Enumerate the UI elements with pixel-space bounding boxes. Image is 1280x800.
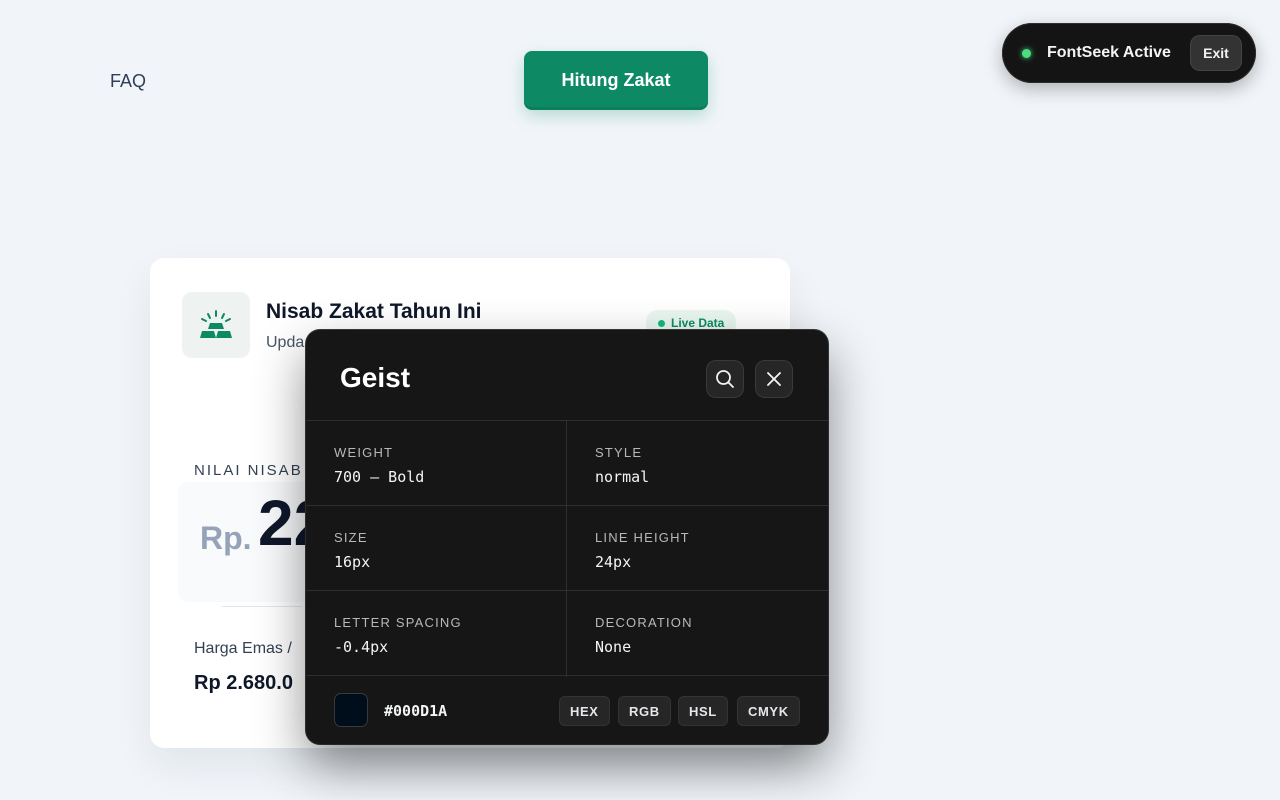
property-label: WEIGHT <box>334 445 394 460</box>
property-label: LETTER SPACING <box>334 615 462 630</box>
format-rgb-button[interactable]: RGB <box>618 696 671 726</box>
card-updated-text: Upda <box>266 334 305 351</box>
divider <box>222 606 302 607</box>
active-status-dot <box>1022 48 1031 58</box>
format-cmyk-button[interactable]: CMYK <box>737 696 800 726</box>
property-label: DECORATION <box>595 615 693 630</box>
live-dot-icon <box>658 319 665 327</box>
font-name: Geist <box>340 362 411 393</box>
nisab-value-label: NILAI NISAB <box>194 462 303 479</box>
hitung-zakat-button[interactable]: Hitung Zakat <box>524 51 708 110</box>
search-icon <box>716 370 734 388</box>
property-letter-spacing: LETTER SPACING -0.4px <box>306 591 567 677</box>
property-weight: WEIGHT 700 — Bold <box>306 421 567 506</box>
property-label: LINE HEIGHT <box>595 530 690 545</box>
color-hex-value[interactable]: #000D1A <box>384 702 447 720</box>
property-label: STYLE <box>595 445 643 460</box>
property-value: 16px <box>334 553 371 571</box>
property-decoration: DECORATION None <box>567 591 828 677</box>
property-style: STYLE normal <box>567 421 828 506</box>
gold-price-value: Rp 2.680.0 <box>194 672 293 694</box>
search-button[interactable] <box>706 360 744 398</box>
currency-prefix: Rp. <box>200 520 252 556</box>
property-value: normal <box>595 468 650 486</box>
close-icon <box>767 372 781 386</box>
fontseek-status-pill: FontSeek Active Exit <box>1002 23 1256 83</box>
property-size: SIZE 16px <box>306 506 567 591</box>
format-hsl-button[interactable]: HSL <box>678 696 728 726</box>
property-value: None <box>595 638 632 656</box>
color-footer: #000D1A HEX RGB HSL CMYK <box>306 676 828 744</box>
property-value: 24px <box>595 553 632 571</box>
property-label: SIZE <box>334 530 368 545</box>
property-value: -0.4px <box>334 638 389 656</box>
color-swatch[interactable] <box>335 694 367 726</box>
gold-price-label: Harga Emas / <box>194 640 292 657</box>
faq-link[interactable]: FAQ <box>110 71 146 92</box>
card-title: Nisab Zakat Tahun Ini <box>266 300 482 323</box>
close-button[interactable] <box>755 360 793 398</box>
property-line-height: LINE HEIGHT 24px <box>567 506 828 591</box>
fontseek-status-label: FontSeek Active <box>1047 44 1171 61</box>
font-properties-grid: WEIGHT 700 — Bold STYLE normal SIZE 16px… <box>306 420 828 677</box>
live-data-label: Live Data <box>671 316 725 330</box>
font-inspector-panel: Geist WEIGHT 700 — Bold STYLE normal SIZ… <box>306 330 828 744</box>
format-hex-button[interactable]: HEX <box>559 696 610 726</box>
property-value: 700 — Bold <box>334 468 425 486</box>
gold-bars-icon <box>182 292 250 358</box>
exit-button[interactable]: Exit <box>1190 35 1242 71</box>
